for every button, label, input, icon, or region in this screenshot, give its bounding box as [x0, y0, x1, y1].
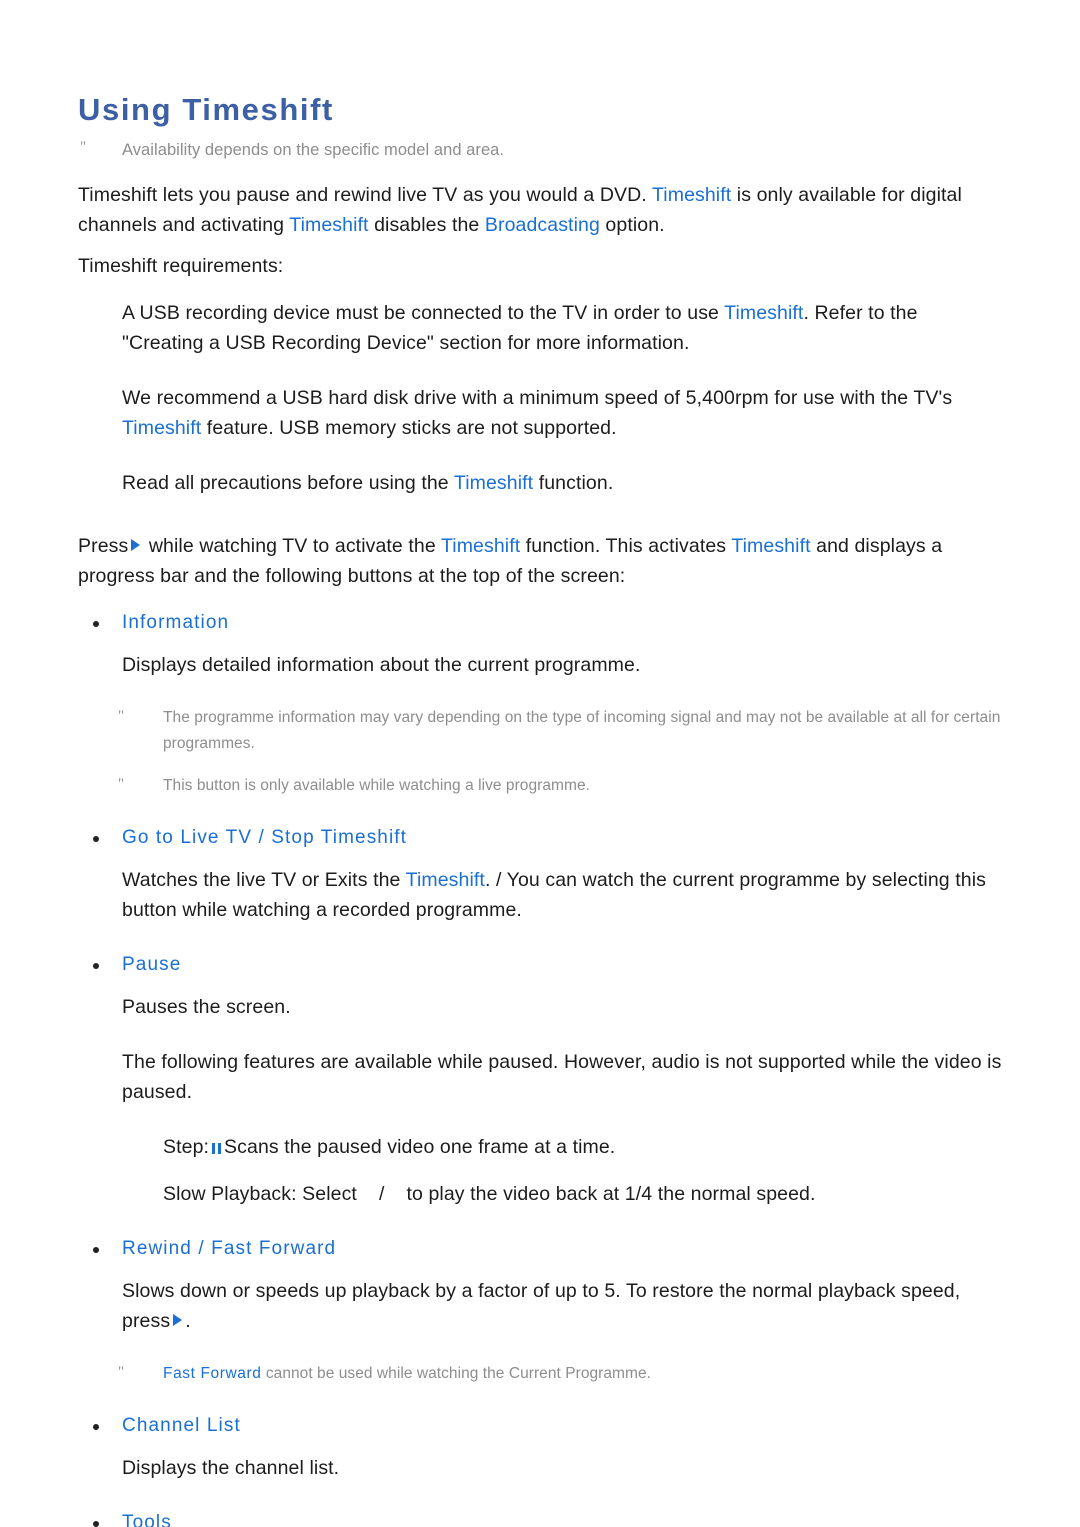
activate-text-1: while watching TV to activate the [143, 535, 441, 557]
requirement-hdd-speed: We recommend a USB hard disk drive with … [0, 383, 1080, 443]
section-heading-tools[interactable]: Tools [0, 1508, 1080, 1527]
note-marker-icon: " [80, 139, 87, 155]
note-text: This button is only available while watc… [163, 777, 590, 794]
link-timeshift[interactable]: Timeshift [406, 869, 485, 891]
heading-separator: / [191, 1238, 212, 1259]
pause-icon [212, 1143, 222, 1154]
slow-playback-text: to play the video back at 1/4 the normal… [406, 1183, 816, 1205]
link-timeshift[interactable]: Timeshift [652, 184, 731, 206]
heading-label-rewind: Rewind [122, 1238, 192, 1259]
intro-text-3: disables the [368, 214, 485, 236]
slow-playback-label: Slow Playback: Select [163, 1183, 357, 1205]
heading-separator: / [252, 827, 272, 848]
section-heading-go-to-live-tv[interactable]: Go to Live TV / Stop Timeshift [0, 823, 1080, 853]
req1-text-1: A USB recording device must be connected… [122, 302, 725, 324]
link-fast-forward[interactable]: Fast Forward [163, 1365, 262, 1382]
play-icon [173, 1314, 183, 1326]
availability-note-text: Availability depends on the specific mod… [122, 141, 505, 159]
req2-text-2: feature. USB memory sticks are not suppo… [201, 417, 617, 439]
activate-text-2: function. This activates [520, 535, 732, 557]
missing-glyph-icon [384, 1188, 406, 1200]
heading-label-go-to-live-tv: Go to Live TV [122, 827, 253, 848]
req2-text-1: We recommend a USB hard disk drive with … [122, 387, 953, 409]
intro-text-1: Timeshift lets you pause and rewind live… [78, 184, 652, 206]
availability-note: " Availability depends on the specific m… [0, 136, 1080, 164]
body-text-2: . [185, 1310, 191, 1332]
heading-label-fast-forward: Fast Forward [211, 1238, 337, 1259]
information-note-1: " The programme information may vary dep… [0, 705, 1080, 757]
link-timeshift[interactable]: Timeshift [289, 214, 368, 236]
intro-paragraph: Timeshift lets you pause and rewind live… [0, 180, 1080, 240]
heading-label-stop-timeshift: Stop Timeshift [271, 827, 408, 848]
heading-label: Tools [122, 1512, 172, 1527]
note-text: The programme information may vary depen… [163, 709, 1001, 752]
body-text-1: Slows down or speeds up playback by a fa… [122, 1280, 961, 1332]
section-heading-information[interactable]: Information [0, 608, 1080, 638]
link-timeshift[interactable]: Timeshift [441, 535, 520, 557]
section-heading-channel-list[interactable]: Channel List [0, 1411, 1080, 1441]
bullet-dot-icon [93, 1521, 99, 1527]
section-heading-rewind-fast-forward[interactable]: Rewind / Fast Forward [0, 1234, 1080, 1264]
pause-body-1: Pauses the screen. [122, 996, 291, 1018]
channel-list-body: Displays the channel list. [122, 1457, 340, 1479]
link-timeshift[interactable]: Timeshift [731, 535, 810, 557]
bullet-dot-icon [93, 836, 99, 842]
requirement-precautions: Read all precautions before using the Ti… [0, 468, 1080, 498]
req3-text-2: function. [533, 472, 614, 494]
note-marker-icon: " [118, 708, 125, 724]
step-label: Step: [163, 1136, 210, 1158]
requirement-usb-device: A USB recording device must be connected… [0, 298, 1080, 358]
manual-page: Using Timeshift " Availability depends o… [0, 0, 1080, 1527]
page-title: Using Timeshift [78, 91, 334, 127]
pause-slow-playback-line: Slow Playback: Select / to play the video … [0, 1179, 1080, 1209]
link-timeshift[interactable]: Timeshift [454, 472, 533, 494]
body-text-1: Watches the live TV or Exits the [122, 869, 406, 891]
play-icon [131, 539, 141, 551]
link-timeshift[interactable]: Timeshift [122, 417, 201, 439]
bullet-dot-icon [93, 1247, 99, 1253]
heading-label: Information [122, 612, 230, 633]
link-broadcasting[interactable]: Broadcasting [485, 214, 600, 236]
link-timeshift[interactable]: Timeshift [724, 302, 803, 324]
pause-body-2: The following features are available whi… [122, 1051, 1002, 1103]
bullet-dot-icon [93, 621, 99, 627]
bullet-dot-icon [93, 963, 99, 969]
note-marker-icon: " [118, 776, 125, 792]
information-note-2: " This button is only available while wa… [0, 773, 1080, 799]
bullet-dot-icon [93, 1424, 99, 1430]
fast-forward-note: " Fast Forward cannot be used while watc… [0, 1361, 1080, 1387]
go-to-live-tv-body: Watches the live TV or Exits the Timeshi… [0, 865, 1080, 925]
pause-step-line: Step: Scans the paused video one frame at… [0, 1132, 1080, 1162]
req3-text-1: Read all precautions before using the [122, 472, 454, 494]
step-text: Scans the paused video one frame at a ti… [224, 1136, 616, 1158]
activate-press-label: Press [78, 535, 129, 557]
heading-label: Pause [122, 954, 182, 975]
rewind-fast-forward-body: Slows down or speeds up playback by a fa… [0, 1276, 1080, 1336]
missing-glyph-icon [357, 1188, 379, 1200]
section-heading-pause[interactable]: Pause [0, 950, 1080, 980]
page-content: " Availability depends on the specific m… [0, 136, 1080, 1527]
heading-label: Channel List [122, 1415, 241, 1436]
note-text: cannot be used while watching the Curren… [261, 1365, 651, 1382]
intro-text-4: option. [599, 214, 665, 236]
requirements-label: Timeshift requirements: [78, 255, 284, 277]
activation-paragraph: Press while watching TV to activate the … [0, 531, 1080, 591]
note-marker-icon: " [118, 1364, 125, 1380]
information-body: Displays detailed information about the … [122, 654, 641, 676]
